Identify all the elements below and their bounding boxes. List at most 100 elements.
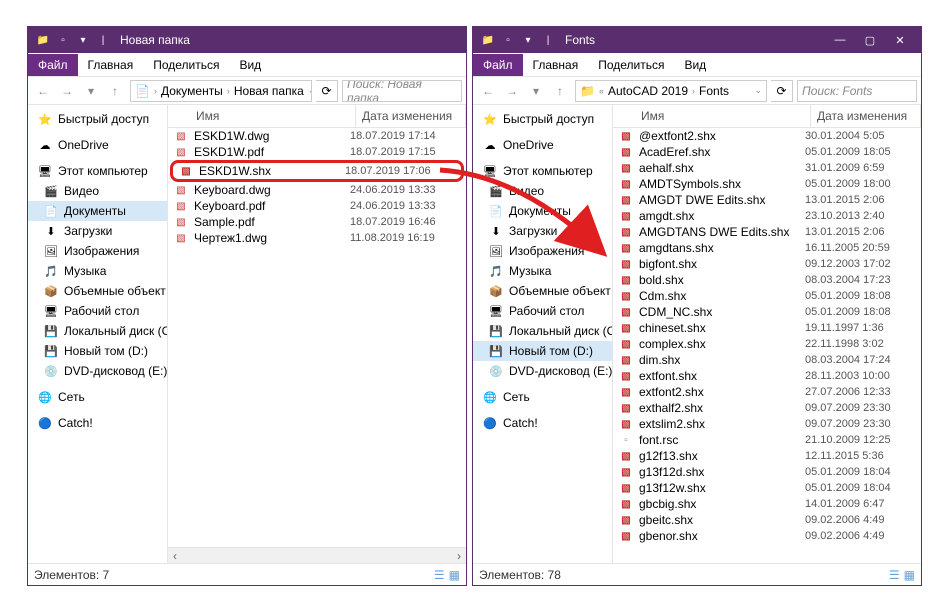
view-details-icon[interactable]: ☰ — [889, 568, 900, 582]
breadcrumb-item[interactable]: Документы — [161, 84, 223, 98]
file-row[interactable]: ▧extslim2.shx09.07.2009 23:30 — [613, 416, 921, 432]
file-row[interactable]: ▧CDM_NC.shx05.01.2009 18:08 — [613, 304, 921, 320]
breadcrumb[interactable]: 📄 › Документы › Новая папка ⌄ — [130, 80, 312, 102]
view-large-icon[interactable]: ▦ — [904, 568, 915, 582]
file-row[interactable]: ▧AMDTSymbols.shx05.01.2009 18:00 — [613, 176, 921, 192]
view-large-icon[interactable]: ▦ — [449, 568, 460, 582]
sidebar-item[interactable]: ☁OneDrive — [473, 135, 612, 155]
col-name[interactable]: Имя — [168, 105, 356, 127]
sidebar-item[interactable]: 🖥Рабочий стол — [28, 301, 167, 321]
file-row[interactable]: ▧Cdm.shx05.01.2009 18:08 — [613, 288, 921, 304]
qat-icon[interactable]: ▫ — [54, 31, 72, 49]
sidebar-item[interactable]: 🖼Изображения — [28, 241, 167, 261]
titlebar[interactable]: 📁 ▫ ▾ | Новая папка — [28, 27, 466, 53]
qat-icon[interactable]: ▫ — [499, 31, 517, 49]
scroll-left-icon[interactable]: ‹ — [168, 549, 182, 563]
qat-dropdown-icon[interactable]: ▾ — [74, 31, 92, 49]
file-row[interactable]: ▧ESKD1W.shx18.07.2019 17:06 — [170, 160, 464, 182]
refresh-button[interactable]: ⟳ — [771, 80, 793, 102]
file-row[interactable]: ▧bigfont.shx09.12.2003 17:02 — [613, 256, 921, 272]
sidebar-item[interactable]: 📄Документы — [28, 201, 167, 221]
minimize-button[interactable]: — — [825, 27, 855, 53]
file-row[interactable]: ▧aehalf.shx31.01.2009 6:59 — [613, 160, 921, 176]
sidebar-item[interactable]: ⬇Загрузки — [473, 221, 612, 241]
file-row[interactable]: ▧exthalf2.shx09.07.2009 23:30 — [613, 400, 921, 416]
file-row[interactable]: ▧gbcbig.shx14.01.2009 6:47 — [613, 496, 921, 512]
file-row[interactable]: ▧bold.shx08.03.2004 17:23 — [613, 272, 921, 288]
sidebar-item[interactable]: 🔵Catch! — [473, 413, 612, 433]
sidebar-item[interactable]: 💾Новый том (D:) — [473, 341, 612, 361]
file-list[interactable]: ▧@extfont2.shx30.01.2004 5:05▧AcadEref.s… — [613, 128, 921, 563]
tab-home[interactable]: Главная — [78, 54, 144, 76]
sidebar-item[interactable]: 🖼Изображения — [473, 241, 612, 261]
file-row[interactable]: ▧Keyboard.dwg24.06.2019 13:33 — [168, 182, 466, 198]
file-row[interactable]: ▧Чертеж1.dwg11.08.2019 16:19 — [168, 230, 466, 246]
sidebar-item[interactable]: 🎬Видео — [473, 181, 612, 201]
col-name[interactable]: Имя — [613, 105, 811, 127]
maximize-button[interactable]: ▢ — [855, 27, 885, 53]
tab-share[interactable]: Поделиться — [588, 54, 674, 76]
nav-dropdown[interactable]: ▾ — [80, 80, 102, 102]
sidebar-item[interactable]: 📦Объемные объект — [473, 281, 612, 301]
qat-dropdown-icon[interactable]: ▾ — [519, 31, 537, 49]
file-row[interactable]: ▧gbeitc.shx09.02.2006 4:49 — [613, 512, 921, 528]
chevron-down-icon[interactable]: ⌄ — [308, 85, 312, 96]
sidebar-item[interactable]: 🖥Этот компьютер — [28, 161, 167, 181]
horizontal-scrollbar[interactable]: ‹ › — [168, 547, 466, 563]
close-button[interactable]: ✕ — [885, 27, 915, 53]
sidebar-item[interactable]: 🎵Музыка — [28, 261, 167, 281]
breadcrumb-item[interactable]: AutoCAD 2019 — [608, 84, 688, 98]
scroll-right-icon[interactable]: › — [452, 549, 466, 563]
nav-up[interactable]: ↑ — [549, 80, 571, 102]
breadcrumb-item[interactable]: Fonts — [699, 84, 729, 98]
refresh-button[interactable]: ⟳ — [316, 80, 338, 102]
file-row[interactable]: ▧Sample.pdf18.07.2019 16:46 — [168, 214, 466, 230]
nav-up[interactable]: ↑ — [104, 80, 126, 102]
file-row[interactable]: ▧g13f12d.shx05.01.2009 18:04 — [613, 464, 921, 480]
chevron-down-icon[interactable]: ⌄ — [754, 85, 762, 96]
file-row[interactable]: ▧ESKD1W.pdf18.07.2019 17:15 — [168, 144, 466, 160]
file-row[interactable]: ▧extfont.shx28.11.2003 10:00 — [613, 368, 921, 384]
breadcrumb[interactable]: 📁 « AutoCAD 2019 › Fonts ⌄ — [575, 80, 767, 102]
file-row[interactable]: ▧AMGDT DWE Edits.shx13.01.2015 2:06 — [613, 192, 921, 208]
tab-share[interactable]: Поделиться — [143, 54, 229, 76]
sidebar-item[interactable]: 💿DVD-дисковод (E:) — [28, 361, 167, 381]
col-date[interactable]: Дата изменения — [811, 105, 921, 127]
tab-view[interactable]: Вид — [229, 54, 271, 76]
file-row[interactable]: ▧amgdt.shx23.10.2013 2:40 — [613, 208, 921, 224]
file-row[interactable]: ▧extfont2.shx27.07.2006 12:33 — [613, 384, 921, 400]
file-row[interactable]: ▧ESKD1W.dwg18.07.2019 17:14 — [168, 128, 466, 144]
file-row[interactable]: ▧dim.shx08.03.2004 17:24 — [613, 352, 921, 368]
file-row[interactable]: ▧gbenor.shx09.02.2006 4:49 — [613, 528, 921, 544]
sidebar-item[interactable]: 💾Локальный диск (C — [473, 321, 612, 341]
sidebar-item[interactable]: 📄Документы — [473, 201, 612, 221]
tab-home[interactable]: Главная — [523, 54, 589, 76]
nav-forward[interactable]: → — [501, 80, 523, 102]
tab-file[interactable]: Файл — [473, 54, 523, 76]
sidebar-item[interactable]: 🖥Этот компьютер — [473, 161, 612, 181]
file-row[interactable]: ▧g13f12w.shx05.01.2009 18:04 — [613, 480, 921, 496]
file-list[interactable]: ▧ESKD1W.dwg18.07.2019 17:14▧ESKD1W.pdf18… — [168, 128, 466, 547]
col-date[interactable]: Дата изменения — [356, 105, 466, 127]
sidebar-item[interactable]: 💾Локальный диск (C — [28, 321, 167, 341]
sidebar-item[interactable]: 💾Новый том (D:) — [28, 341, 167, 361]
nav-forward[interactable]: → — [56, 80, 78, 102]
sidebar-item[interactable]: ⭐Быстрый доступ — [473, 109, 612, 129]
file-row[interactable]: ▧@extfont2.shx30.01.2004 5:05 — [613, 128, 921, 144]
file-row[interactable]: ▧Keyboard.pdf24.06.2019 13:33 — [168, 198, 466, 214]
file-row[interactable]: ▧AcadEref.shx05.01.2009 18:05 — [613, 144, 921, 160]
sidebar-item[interactable]: ⭐Быстрый доступ — [28, 109, 167, 129]
file-row[interactable]: ▧complex.shx22.11.1998 3:02 — [613, 336, 921, 352]
tab-file[interactable]: Файл — [28, 54, 78, 76]
nav-dropdown[interactable]: ▾ — [525, 80, 547, 102]
search-input[interactable]: Поиск: Новая папка — [342, 80, 462, 102]
breadcrumb-item[interactable]: Новая папка — [234, 84, 304, 98]
tab-view[interactable]: Вид — [674, 54, 716, 76]
file-row[interactable]: ▫font.rsc21.10.2009 12:25 — [613, 432, 921, 448]
sidebar-item[interactable]: 🌐Сеть — [473, 387, 612, 407]
sidebar-item[interactable]: 🌐Сеть — [28, 387, 167, 407]
sidebar-item[interactable]: 💿DVD-дисковод (E:) — [473, 361, 612, 381]
file-row[interactable]: ▧amgdtans.shx16.11.2005 20:59 — [613, 240, 921, 256]
file-row[interactable]: ▧g12f13.shx12.11.2015 5:36 — [613, 448, 921, 464]
sidebar-item[interactable]: ☁OneDrive — [28, 135, 167, 155]
